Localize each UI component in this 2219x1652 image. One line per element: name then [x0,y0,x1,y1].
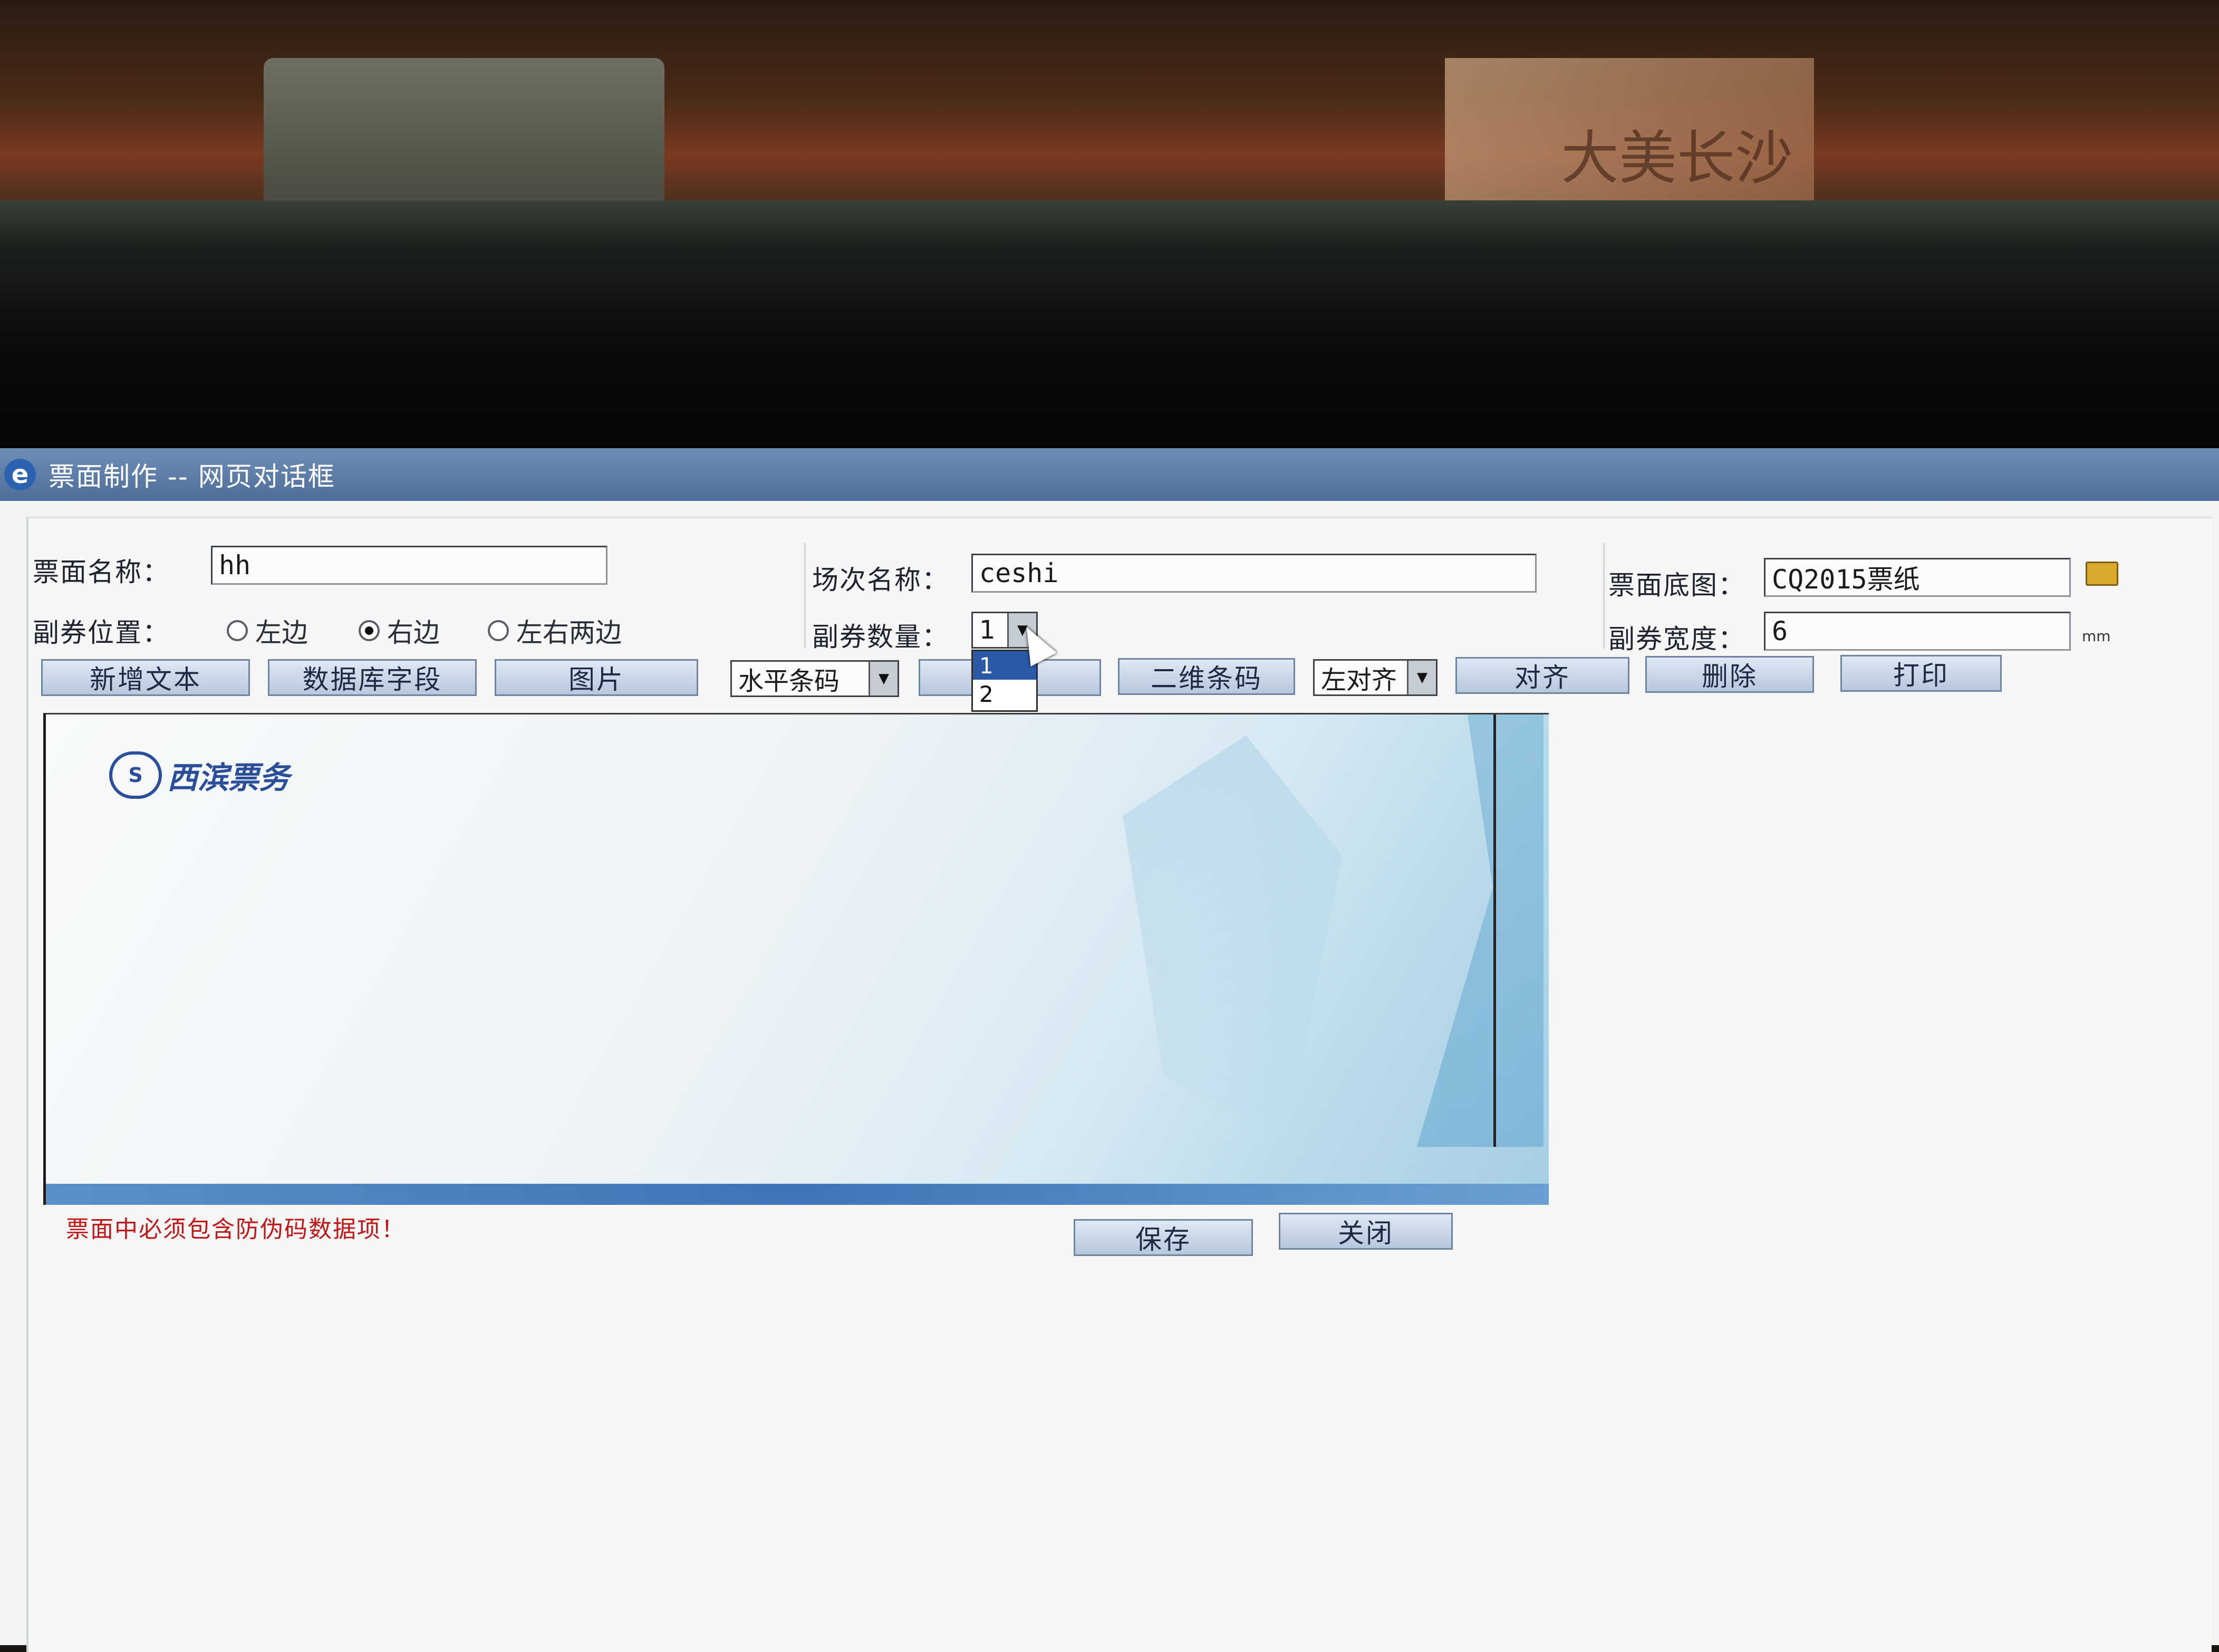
align-type-select[interactable]: 左对齐 ▼ [1313,659,1437,696]
separator [1603,543,1605,649]
warning-message: 票面中必须包含防伪码数据项！ [66,1216,406,1243]
db-field-button[interactable]: 数据库字段 [268,659,477,696]
radio-both-dot[interactable] [488,620,509,641]
ticket-canvas[interactable]: S 西滨票务 [43,713,1549,1205]
logo-text: 西滨票务 [167,760,290,796]
stub-position-label: 副券位置： [33,617,170,648]
image-button[interactable]: 图片 [495,659,698,696]
chevron-down-icon[interactable]: ▼ [1407,661,1436,694]
radio-both[interactable]: 左右两边 [488,612,622,650]
ticket-name-label: 票面名称： [33,557,170,587]
radio-right-dot[interactable] [359,620,380,641]
monitor-bezel [0,200,2219,453]
close-button[interactable]: 关闭 [1279,1213,1453,1250]
ticket-logo: S 西滨票务 [109,751,290,799]
print-button[interactable]: 打印 [1840,655,2002,692]
barcode-type-value: 水平条码 [738,666,840,696]
canvas-bottom-strip [46,1184,1549,1205]
align-button[interactable]: 对齐 [1455,657,1629,694]
background-device [264,58,664,211]
folder-icon[interactable] [2086,562,2118,586]
stub-width-input[interactable]: 6 [1764,612,2071,651]
background-poster-text: 大美长沙 [1561,124,1793,192]
save-button[interactable]: 保存 [1074,1219,1253,1256]
dropdown-option[interactable]: 2 [973,680,1036,708]
delete-button[interactable]: 删除 [1645,656,1814,693]
stub-count-value: 1 [979,615,996,645]
session-name-label: 场次名称： [812,565,949,595]
radio-left[interactable]: 左边 [227,612,308,650]
radio-both-label: 左右两边 [516,617,622,648]
stub-width-label: 副券宽度： [1608,624,1745,654]
ticket-name-input[interactable]: hh [211,546,607,585]
barcode-type-select[interactable]: 水平条码 ▼ [730,660,899,697]
stub-count-label: 副券数量： [812,622,949,652]
stub-divider-line[interactable] [1493,714,1496,1147]
add-text-button[interactable]: 新增文本 [41,659,250,696]
chevron-down-icon[interactable]: ▼ [869,662,898,695]
logo-icon: S [109,751,162,799]
stub-width-unit: mm [2082,627,2111,645]
separator [804,543,806,649]
radio-left-label: 左边 [255,617,308,648]
radio-right-label: 右边 [387,617,440,648]
dialog-title: 票面制作 -- 网页对话框 [49,461,335,492]
ie-icon: e [4,459,36,490]
align-type-value: 左对齐 [1321,665,1397,695]
ticket-background-input[interactable]: CQ2015票纸 [1764,558,2071,597]
dialog-titlebar: e 票面制作 -- 网页对话框 [0,448,2219,501]
canvas-decoration [1417,714,1543,1147]
session-name-input[interactable]: ceshi [971,554,1537,593]
radio-left-dot[interactable] [227,620,248,641]
radio-right[interactable]: 右边 [359,612,440,650]
ticket-background-label: 票面底图： [1608,570,1745,601]
qrcode-button[interactable]: 二维条码 [1118,658,1295,695]
canvas-decoration [1123,736,1342,1136]
